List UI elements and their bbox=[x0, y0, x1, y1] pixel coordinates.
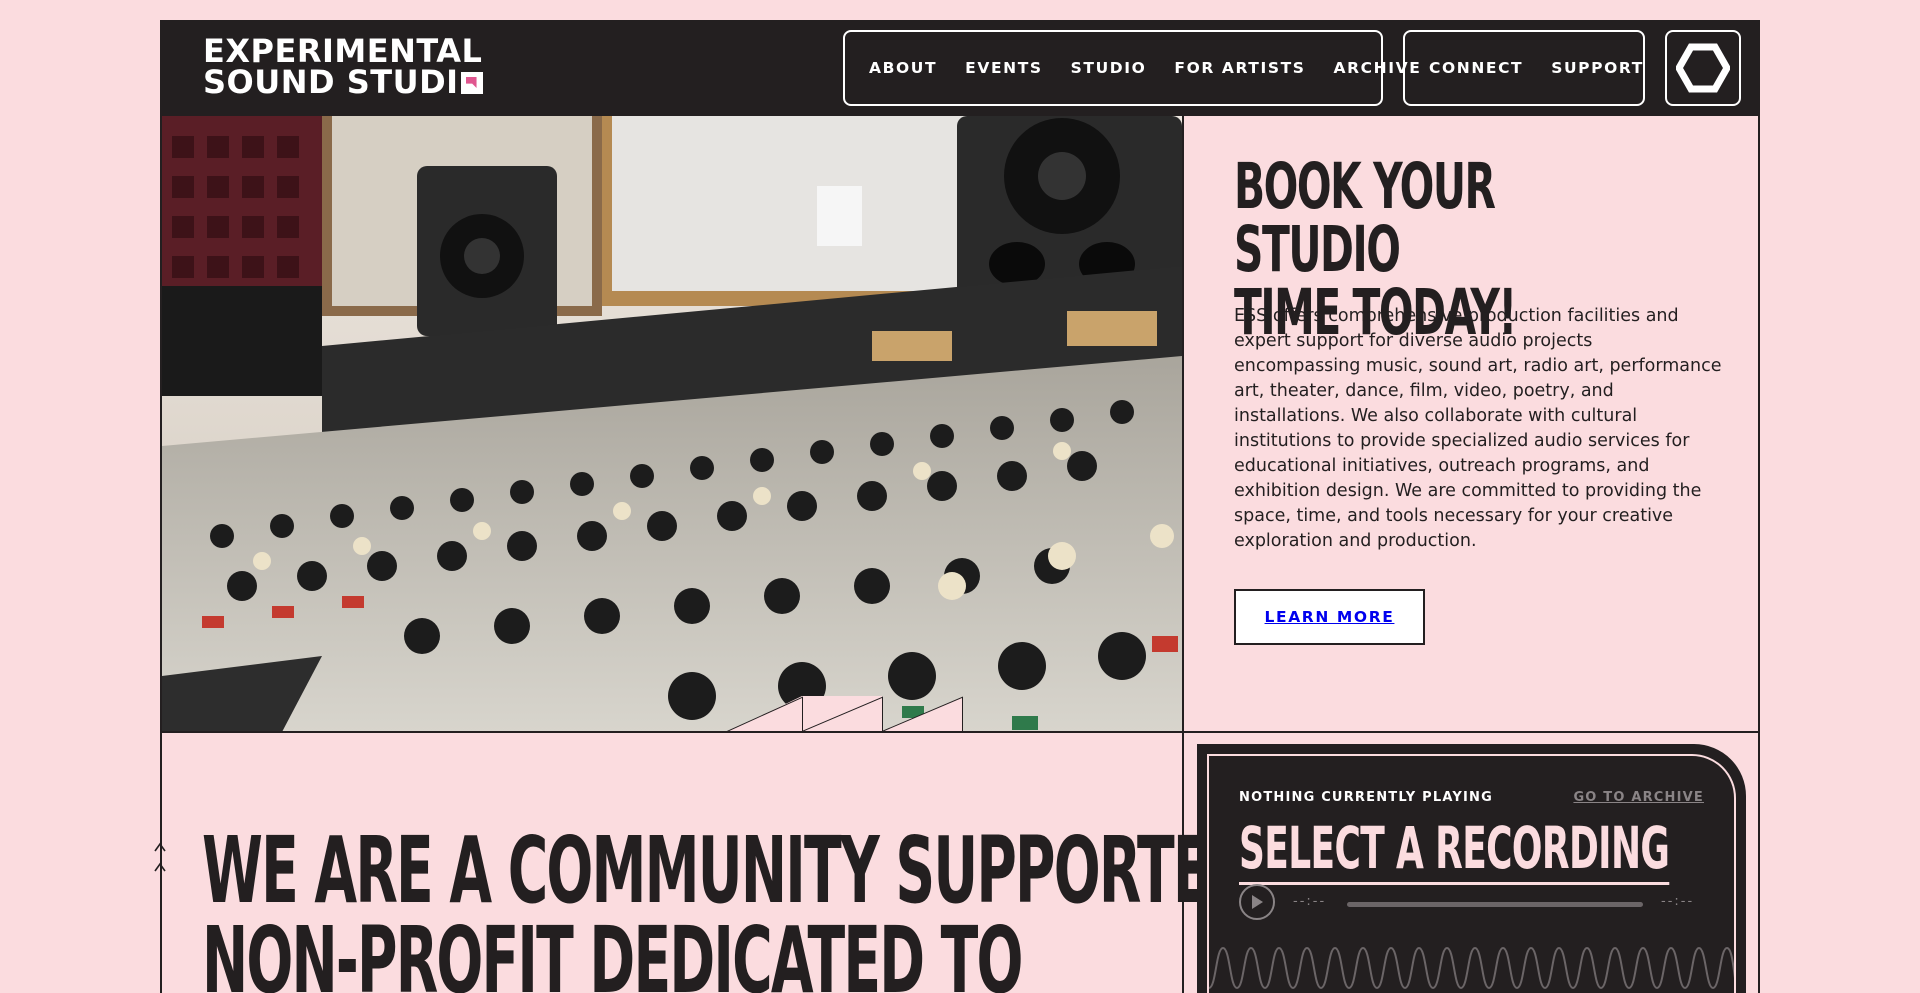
nav-for-artists[interactable]: FOR ARTISTS bbox=[1174, 59, 1305, 77]
duration: --:-- bbox=[1661, 894, 1695, 909]
secondary-nav: CONNECT SUPPORT bbox=[1403, 30, 1645, 106]
logo-line-2: SOUND STUDI bbox=[203, 66, 483, 98]
zigzag-divider bbox=[726, 696, 963, 732]
menu-button[interactable] bbox=[1665, 30, 1741, 106]
nav-connect[interactable]: CONNECT bbox=[1429, 59, 1523, 77]
booking-description: ESS offers comprehensive production faci… bbox=[1234, 306, 1722, 551]
audio-player: NOTHING CURRENTLY PLAYING GO TO ARCHIVE … bbox=[1197, 744, 1746, 993]
current-time: --:-- bbox=[1293, 894, 1327, 909]
progress-bar[interactable] bbox=[1347, 902, 1643, 907]
player-status: NOTHING CURRENTLY PLAYING bbox=[1239, 790, 1493, 805]
primary-nav: ABOUT EVENTS STUDIO FOR ARTISTS ARCHIVE bbox=[843, 30, 1420, 106]
community-heading: WE ARE A COMMUNITY SUPPORTED NON-PROFIT … bbox=[202, 817, 1255, 993]
logo-o-speech-icon bbox=[460, 72, 483, 94]
community-line-2: NON-PROFIT DEDICATED TO bbox=[202, 907, 1023, 993]
go-to-archive-link[interactable]: GO TO ARCHIVE bbox=[1573, 790, 1704, 805]
community-line-1: WE ARE A COMMUNITY SUPPORTED bbox=[202, 817, 1255, 924]
learn-more-button[interactable]: LEARN MORE bbox=[1234, 589, 1425, 645]
logo-line-2-text: SOUND STUDI bbox=[203, 63, 459, 101]
nav-about[interactable]: ABOUT bbox=[869, 59, 937, 77]
play-icon bbox=[1252, 895, 1263, 909]
hexagon-icon bbox=[1676, 43, 1730, 93]
site-header: EXPERIMENTAL SOUND STUDI ABOUT EVENTS ST… bbox=[160, 20, 1760, 116]
nav-support[interactable]: SUPPORT bbox=[1551, 59, 1644, 77]
booking-title-line-1: BOOK YOUR STUDIO bbox=[1234, 150, 1496, 286]
player-title: SELECT A RECORDING bbox=[1239, 814, 1670, 885]
waveform-icon bbox=[1209, 946, 1734, 990]
horizontal-divider bbox=[160, 731, 1760, 733]
nav-studio[interactable]: STUDIO bbox=[1071, 59, 1147, 77]
play-button[interactable] bbox=[1239, 884, 1275, 920]
nav-events[interactable]: EVENTS bbox=[965, 59, 1042, 77]
player-panel: NOTHING CURRENTLY PLAYING GO TO ARCHIVE … bbox=[1207, 754, 1736, 993]
site-logo[interactable]: EXPERIMENTAL SOUND STUDI bbox=[203, 35, 483, 98]
scroll-up-arrows-icon[interactable] bbox=[152, 840, 172, 880]
studio-photo bbox=[162, 116, 1182, 732]
